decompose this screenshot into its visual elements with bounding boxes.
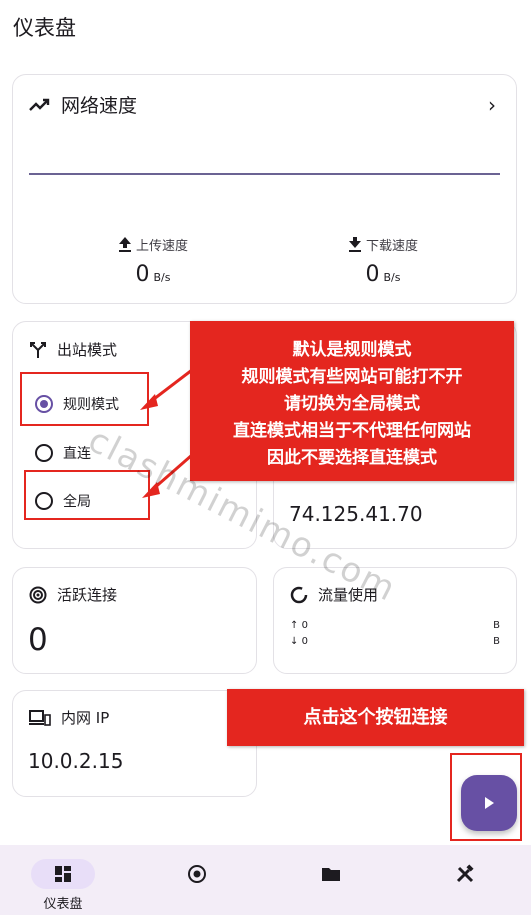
connect-tip-callout: 点击这个按钮连接 <box>227 689 524 746</box>
mode-tip-callout: 默认是规则模式 规则模式有些网站可能打不开 请切换为全局模式 直连模式相当于不代… <box>190 321 514 481</box>
callout-line: 请切换为全局模式 <box>284 394 420 414</box>
callout-line: 因此不要选择直连模式 <box>267 448 437 468</box>
callout-line: 默认是规则模式 <box>292 340 412 360</box>
callout-line: 直连模式相当于不代理任何网站 <box>233 421 471 441</box>
callout-line: 规则模式有些网站可能打不开 <box>241 367 463 387</box>
